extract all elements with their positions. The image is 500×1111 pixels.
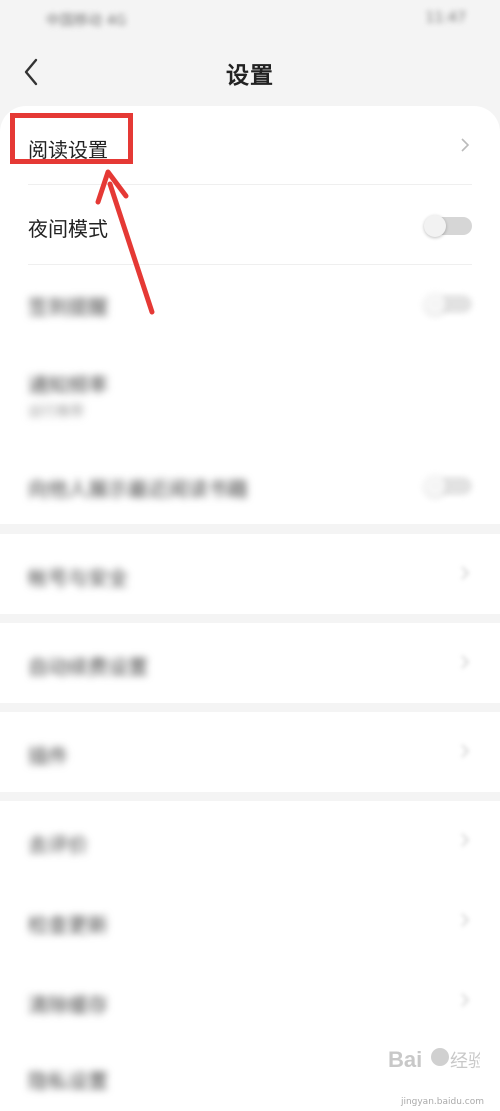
chevron-right-icon	[461, 138, 470, 152]
row-label: 向他人展示最近阅读书籍	[28, 477, 248, 501]
watermark-brand2: 经验	[450, 1051, 480, 1072]
row-label: 去评价	[28, 833, 88, 857]
row-check-update[interactable]: 检查更新	[0, 881, 500, 961]
row-label: 插件	[28, 744, 68, 768]
show-recent-books-toggle[interactable]	[424, 475, 472, 497]
status-bar: 中国移动 4G 11:47	[0, 0, 500, 36]
row-label: 阅读设置	[28, 138, 108, 162]
row-label: 自动续费设置	[28, 655, 148, 679]
settings-card-misc: 去评价 检查更新 清除缓存	[0, 801, 500, 1041]
status-time: 11:47	[425, 10, 466, 26]
toggle-knob	[424, 215, 446, 237]
night-mode-toggle[interactable]	[424, 215, 472, 237]
row-label: 夜间模式	[28, 217, 108, 241]
row-account-security[interactable]: 帐号与安全	[0, 534, 500, 614]
header: 设置	[0, 36, 500, 106]
chevron-right-icon	[461, 913, 470, 927]
chevron-right-icon	[461, 655, 470, 669]
row-night-mode: 夜间模式	[0, 185, 500, 265]
status-carrier: 中国移动 4G	[46, 13, 127, 29]
watermark-site: jingyan.baidu.com	[400, 1097, 484, 1107]
row-plugins[interactable]: 插件	[0, 712, 500, 792]
row-signin-reminder: 签到提醒	[0, 265, 500, 343]
row-reading-settings[interactable]: 阅读设置	[0, 106, 500, 184]
row-label: 检查更新	[28, 913, 108, 937]
signin-reminder-toggle[interactable]	[424, 293, 472, 315]
page-title: 设置	[226, 63, 274, 89]
row-auto-renew[interactable]: 自动续费设置	[0, 623, 500, 703]
row-label: 清除缓存	[28, 993, 108, 1017]
chevron-right-icon	[461, 566, 470, 580]
row-clear-cache[interactable]: 清除缓存	[0, 961, 500, 1041]
watermark-brand: Bai	[388, 1047, 422, 1072]
chevron-right-icon	[461, 833, 470, 847]
toggle-knob	[424, 475, 446, 497]
chevron-right-icon	[461, 744, 470, 758]
toggle-knob	[424, 293, 446, 315]
row-rate[interactable]: 去评价	[0, 801, 500, 881]
row-label: 通知频率	[28, 373, 108, 397]
row-label: 隐私设置	[28, 1069, 108, 1093]
settings-card-main: 阅读设置 夜间模式 签到提醒 通知频率 运行推荐 向他人展示最近阅读书籍	[0, 106, 500, 524]
row-label: 签到提醒	[28, 295, 108, 319]
baidu-watermark-logo: Bai 经验	[388, 1047, 480, 1072]
chevron-right-icon	[461, 993, 470, 1007]
row-notification-frequency[interactable]: 通知频率 运行推荐	[0, 343, 500, 443]
row-show-recent-books: 向他人展示最近阅读书籍	[0, 443, 500, 523]
row-label: 帐号与安全	[28, 566, 128, 590]
row-sublabel: 运行推荐	[28, 404, 84, 420]
